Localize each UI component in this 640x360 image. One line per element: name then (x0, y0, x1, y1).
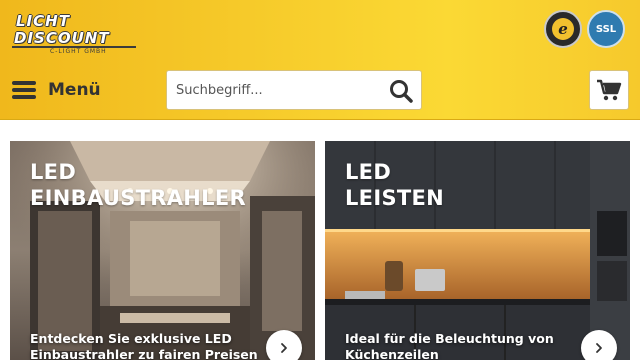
menu-button[interactable]: Menü (12, 78, 101, 102)
trusted-shops-letter: e (552, 18, 574, 40)
tile-description-line2: Einbaustrahler zu fairen Preisen (30, 347, 258, 360)
hamburger-icon (12, 80, 36, 100)
tile-title-line2: LEISTEN (345, 186, 445, 210)
tile-title-line1: LED (30, 160, 77, 184)
tile-title: LED EINBAUSTRAHLER (30, 159, 246, 211)
tile-description-line2: Küchenzeilen (345, 347, 439, 360)
logo-text-line1: LICHT (16, 12, 70, 30)
category-tile-leisten[interactable]: LED LEISTEN Ideal für die Beleuchtung vo… (325, 141, 630, 360)
cart-icon (597, 79, 622, 101)
tile-description: Ideal für die Beleuchtung von Küchenzeil… (345, 331, 554, 360)
tile-description-line1: Ideal für die Beleuchtung von (345, 331, 554, 346)
logo-text-line2: DISCOUNT (14, 29, 110, 47)
trusted-shops-badge[interactable]: e (544, 10, 582, 48)
tile-title-line2: EINBAUSTRAHLER (30, 186, 246, 210)
menu-label: Menü (48, 80, 101, 100)
tile-arrow-button[interactable] (266, 330, 302, 360)
chevron-right-icon (281, 343, 287, 353)
search-icon (390, 80, 413, 103)
search-bar (166, 70, 422, 110)
search-input[interactable] (167, 71, 381, 109)
logo-subtitle: C-LIGHT GMBH (50, 48, 107, 55)
site-logo[interactable]: LICHT DISCOUNT C-LIGHT GMBH (12, 12, 142, 58)
tile-arrow-button[interactable] (581, 330, 617, 360)
cart-button[interactable] (589, 70, 629, 110)
ssl-label: SSL (595, 23, 617, 35)
category-tile-einbaustrahler[interactable]: LED EINBAUSTRAHLER Entdecken Sie exklusi… (10, 141, 315, 360)
tile-description: Entdecken Sie exklusive LED Einbaustrahl… (30, 331, 258, 360)
site-header: LICHT DISCOUNT C-LIGHT GMBH e SSL Menü (0, 0, 640, 120)
chevron-right-icon (596, 343, 602, 353)
tile-title: LED LEISTEN (345, 159, 444, 211)
search-button[interactable] (387, 77, 415, 105)
tile-title-line1: LED (345, 160, 392, 184)
tile-description-line1: Entdecken Sie exklusive LED (30, 331, 232, 346)
ssl-badge[interactable]: SSL (587, 10, 625, 48)
